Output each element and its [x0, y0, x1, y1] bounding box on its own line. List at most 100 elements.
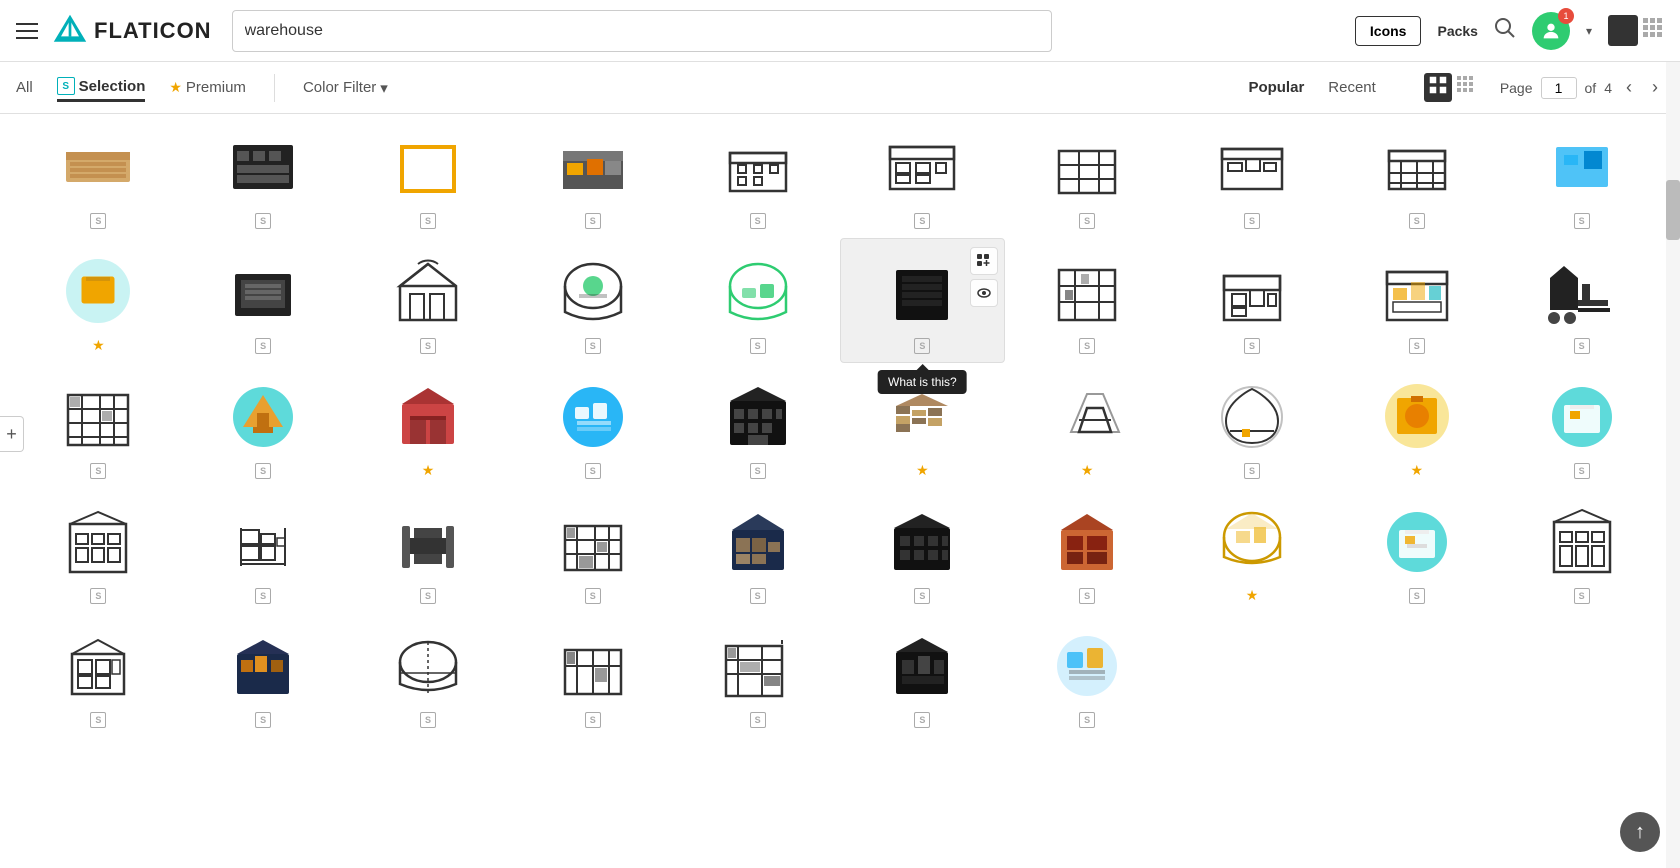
icon-cell[interactable]: S	[16, 363, 181, 488]
grid-large-button[interactable]	[1608, 15, 1638, 46]
tab-premium[interactable]: ★ Premium	[169, 75, 246, 100]
icon-badge: S	[585, 338, 601, 354]
icon-cell[interactable]: ★	[1170, 488, 1335, 613]
icon-cell[interactable]: S	[346, 114, 511, 238]
icon-image	[882, 252, 962, 332]
back-to-top-button[interactable]: ↑	[1620, 812, 1660, 852]
icon-cell[interactable]: S	[1334, 488, 1499, 613]
icon-cell[interactable]: S	[346, 613, 511, 737]
icon-cell[interactable]: S	[181, 613, 346, 737]
icon-badge: S	[1574, 588, 1590, 604]
icon-cell[interactable]: S	[346, 488, 511, 613]
icon-cell[interactable]: S	[16, 488, 181, 613]
grid-view-large-icon	[1428, 75, 1448, 95]
icon-cell[interactable]: S	[1005, 114, 1170, 238]
icon-cell[interactable]: ★	[1005, 363, 1170, 488]
icon-cell[interactable]: S	[675, 238, 840, 363]
sort-popular[interactable]: Popular	[1248, 79, 1304, 96]
icon-image	[1542, 502, 1622, 582]
icon-cell[interactable]: S	[675, 613, 840, 737]
icon-cell[interactable]: S	[346, 238, 511, 363]
icon-image	[1212, 127, 1292, 207]
tab-all[interactable]: All	[16, 75, 33, 100]
icon-cell[interactable]: S	[840, 613, 1005, 737]
icon-cell[interactable]: S	[510, 114, 675, 238]
icon-image	[718, 127, 798, 207]
search-icon-button[interactable]	[1494, 17, 1516, 45]
page-input[interactable]	[1541, 77, 1577, 99]
packs-button[interactable]: Packs	[1437, 23, 1477, 39]
add-to-collection-btn[interactable]	[970, 247, 998, 275]
icon-badge: S	[1574, 463, 1590, 479]
page-next-button[interactable]: ›	[1646, 75, 1664, 100]
icon-cell[interactable]: S	[675, 114, 840, 238]
icon-cell[interactable]: S	[181, 363, 346, 488]
logo[interactable]: FLATICON	[52, 13, 212, 49]
icon-cell[interactable]: S	[1170, 363, 1335, 488]
color-filter-button[interactable]: Color Filter ▾	[303, 79, 388, 97]
scrollbar-thumb[interactable]	[1666, 180, 1680, 240]
icon-image	[882, 127, 962, 207]
search-bar[interactable]	[232, 10, 1052, 52]
icon-cell[interactable]: S	[675, 363, 840, 488]
icon-cell[interactable]: S	[510, 488, 675, 613]
icon-image	[388, 127, 468, 207]
icon-cell[interactable]: S	[1005, 613, 1170, 737]
grid-view-large-button[interactable]	[1424, 73, 1452, 102]
icon-badge: S	[1244, 213, 1260, 229]
icon-image	[1212, 501, 1292, 581]
icon-cell[interactable]: ★	[346, 363, 511, 488]
icon-cell[interactable]: S	[510, 363, 675, 488]
icon-cell[interactable]: S	[1499, 488, 1664, 613]
icon-cell[interactable]: S	[181, 114, 346, 238]
search-input[interactable]	[245, 22, 1039, 40]
grid-small-button[interactable]	[1642, 15, 1664, 46]
icon-cell[interactable]: S	[1499, 238, 1664, 363]
icon-cell[interactable]: S	[1334, 114, 1499, 238]
page-prev-button[interactable]: ‹	[1620, 75, 1638, 100]
icon-cell[interactable]: S	[840, 114, 1005, 238]
hover-actions	[970, 247, 998, 307]
icon-badge: ★	[1411, 462, 1424, 479]
icon-cell[interactable]: S	[16, 613, 181, 737]
icon-cell[interactable]: S	[1170, 238, 1335, 363]
icon-cell[interactable]: S	[840, 488, 1005, 613]
icon-image	[388, 376, 468, 456]
icon-cell[interactable]: S	[1170, 114, 1335, 238]
icon-badge: S	[585, 588, 601, 604]
scrollbar[interactable]	[1666, 0, 1680, 868]
icon-image	[1212, 377, 1292, 457]
icon-cell[interactable]: ★	[16, 238, 181, 363]
icon-cell[interactable]: ★	[1334, 363, 1499, 488]
hamburger-menu[interactable]	[16, 23, 38, 39]
icon-badge: S	[420, 213, 436, 229]
icon-cell[interactable]: S	[181, 238, 346, 363]
icon-cell[interactable]: S	[675, 488, 840, 613]
icon-cell-hovered[interactable]: S What is this?	[840, 238, 1005, 363]
grid-view-small-button[interactable]	[1456, 73, 1476, 102]
icon-cell[interactable]: S	[1499, 363, 1664, 488]
avatar-button[interactable]: 1	[1532, 12, 1570, 50]
icons-button[interactable]: Icons	[1355, 16, 1422, 46]
avatar-dropdown-icon: ▾	[1586, 24, 1592, 38]
icon-cell[interactable]: ★	[840, 363, 1005, 488]
icon-badge: S	[750, 588, 766, 604]
preview-btn[interactable]	[970, 279, 998, 307]
icon-cell[interactable]: S	[1005, 488, 1170, 613]
icon-cell[interactable]: S	[1499, 114, 1664, 238]
icon-badge: S	[1574, 338, 1590, 354]
icon-cell[interactable]: S	[16, 114, 181, 238]
grid-view-toggle	[1424, 73, 1476, 102]
icon-cell[interactable]: S	[181, 488, 346, 613]
icon-badge: S	[914, 712, 930, 728]
icon-badge: S	[255, 463, 271, 479]
icon-cell[interactable]: S	[1005, 238, 1170, 363]
tab-selection[interactable]: S Selection	[57, 73, 146, 102]
icon-cell[interactable]: S	[510, 238, 675, 363]
icon-badge: S	[1244, 463, 1260, 479]
sort-recent[interactable]: Recent	[1328, 79, 1376, 96]
icon-cell[interactable]: S	[510, 613, 675, 737]
icon-image	[223, 502, 303, 582]
icon-cell[interactable]: S	[1334, 238, 1499, 363]
add-to-collection-left-button[interactable]: +	[0, 416, 24, 452]
